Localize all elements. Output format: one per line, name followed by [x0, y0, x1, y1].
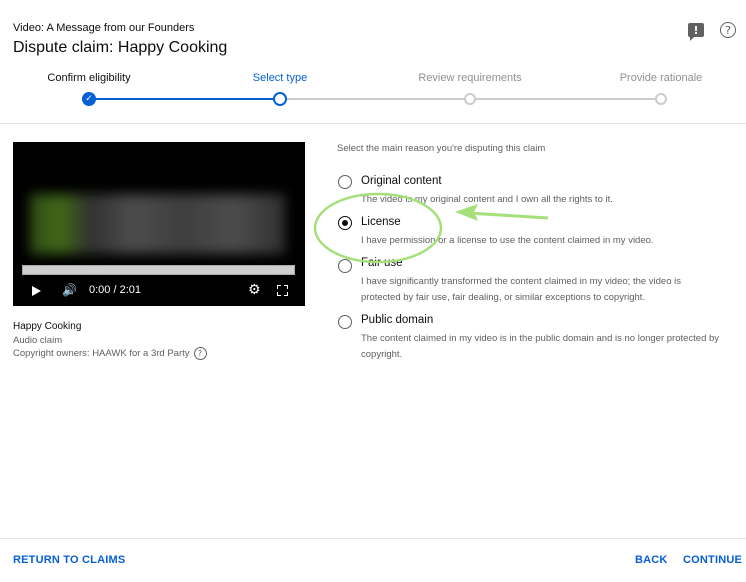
page-header: Video: A Message from our Founders Dispu…: [13, 22, 227, 57]
claim-owners-text: Copyright owners: HAAWK for a 3rd Party: [13, 348, 190, 359]
claim-info: Happy Cooking Audio claim Copyright owne…: [13, 320, 207, 360]
option-label: Fair use: [361, 257, 403, 269]
video-progress-fill: [23, 266, 294, 274]
step-active-node: [273, 92, 287, 106]
page-title: Dispute claim: Happy Cooking: [13, 39, 228, 56]
play-icon[interactable]: [32, 286, 41, 296]
gear-icon[interactable]: ⚙: [248, 282, 261, 298]
step-label-review-requirements: Review requirements: [418, 72, 522, 84]
player-controls: 🔊 0:00 / 2:01 ⚙: [13, 282, 305, 302]
stepper: Confirm eligibility Select type Review r…: [0, 70, 746, 124]
radio-fair-use[interactable]: [338, 259, 352, 273]
option-description: I have permission or a license to use th…: [361, 235, 654, 246]
volume-icon[interactable]: 🔊: [62, 283, 77, 297]
option-description: The content claimed in my video is in th…: [361, 333, 720, 360]
help-icon[interactable]: ?: [720, 22, 736, 38]
step-todo-node: [655, 93, 667, 105]
option-description: The video is my original content and I o…: [361, 194, 613, 205]
dispute-reason-form: Select the main reason you're disputing …: [337, 143, 732, 360]
step-done-check-icon: ✓: [82, 92, 96, 106]
claim-owners: Copyright owners: HAAWK for a 3rd Party …: [13, 347, 207, 360]
step-label-select-type: Select type: [252, 72, 308, 84]
option-label: Public domain: [361, 314, 434, 326]
help-icon[interactable]: ?: [193, 347, 207, 360]
annotation-arrow-shaft: [467, 211, 549, 220]
step-todo-node: [464, 93, 476, 105]
radio-original-content[interactable]: [338, 175, 352, 189]
header-divider: [0, 123, 746, 124]
video-subtitle: Video: A Message from our Founders: [13, 22, 195, 34]
fullscreen-icon[interactable]: [277, 285, 288, 296]
video-time: 0:00 / 2:01: [89, 284, 141, 296]
claim-title: Happy Cooking: [13, 321, 82, 332]
radio-license[interactable]: [338, 216, 352, 230]
radio-public-domain[interactable]: [338, 315, 352, 329]
header-actions: ! ?: [688, 22, 736, 41]
option-description: I have significantly transformed the con…: [361, 276, 681, 303]
footer-divider: [0, 538, 746, 539]
claim-type: Audio claim: [13, 335, 63, 346]
step-label-confirm-eligibility: Confirm eligibility: [47, 72, 131, 84]
form-prompt: Select the main reason you're disputing …: [337, 143, 546, 154]
continue-button[interactable]: CONTINUE: [683, 554, 742, 566]
step-label-provide-rationale: Provide rationale: [619, 72, 703, 84]
return-to-claims-button[interactable]: RETURN TO CLAIMS: [13, 554, 125, 566]
option-label: License: [361, 216, 401, 228]
video-progress-bar[interactable]: [22, 265, 295, 275]
feedback-icon[interactable]: !: [688, 23, 704, 41]
video-frame: [30, 194, 285, 254]
video-player[interactable]: 🔊 0:00 / 2:01 ⚙: [13, 142, 305, 306]
back-button[interactable]: BACK: [635, 554, 668, 566]
stepper-track-complete: [89, 98, 280, 100]
option-label: Original content: [361, 175, 442, 187]
